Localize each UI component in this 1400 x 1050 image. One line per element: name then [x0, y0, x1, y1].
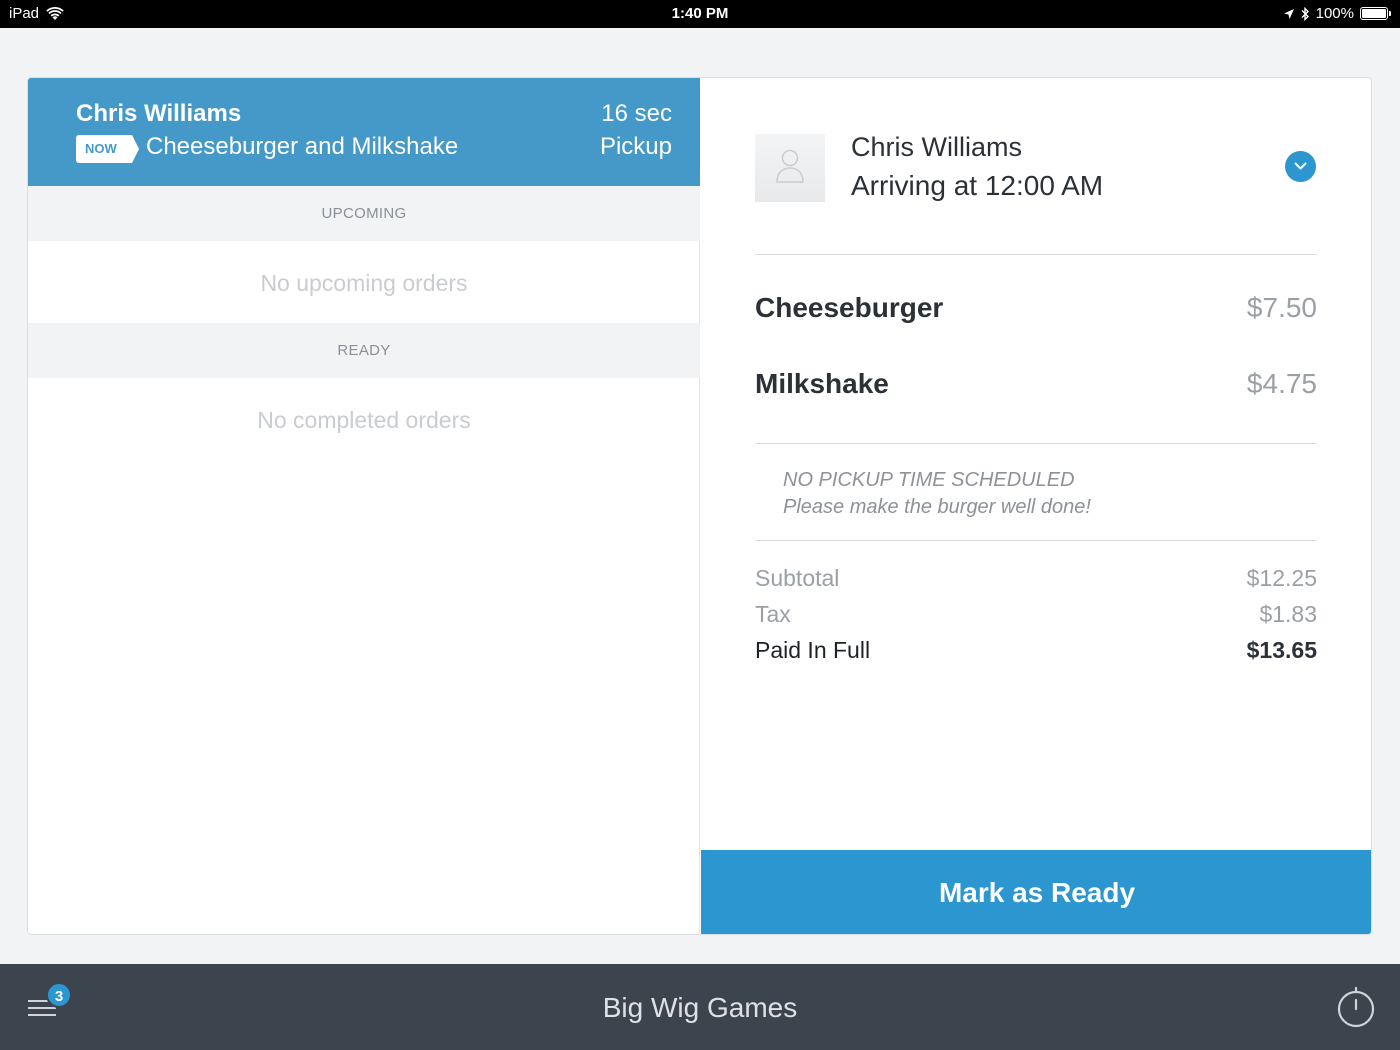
line-item-price: $7.50	[1246, 292, 1317, 323]
divider	[755, 443, 1317, 444]
upcoming-empty-text: No upcoming orders	[260, 270, 468, 296]
divider	[755, 540, 1317, 541]
location-icon	[1283, 8, 1294, 19]
timer-icon[interactable]	[1336, 986, 1376, 1028]
line-item-name: Milkshake	[755, 368, 889, 399]
order-list: Chris Williams NOW Cheeseburger and Milk…	[28, 78, 700, 934]
divider	[755, 254, 1317, 255]
line-item-name: Cheeseburger	[755, 292, 944, 323]
tax-row: Tax $1.83	[755, 601, 1317, 631]
order-note: Please make the burger well done!	[783, 496, 1091, 518]
venue-name: Big Wig Games	[602, 992, 798, 1023]
now-badge: NOW	[76, 135, 139, 163]
mark-as-ready-button[interactable]: Mark as Ready	[701, 850, 1371, 934]
expand-details-button[interactable]	[1285, 151, 1316, 182]
tax-label: Tax	[755, 601, 791, 627]
bluetooth-icon	[1301, 6, 1309, 21]
order-row-active[interactable]: Chris Williams NOW Cheeseburger and Milk…	[28, 78, 700, 186]
avatar-placeholder-icon	[776, 149, 804, 183]
detail-arrival-time: Arriving at 12:00 AM	[851, 170, 1104, 201]
order-elapsed-time: 16 sec	[601, 100, 672, 127]
line-item: Milkshake $4.75	[755, 368, 1317, 404]
subtotal-row: Subtotal $12.25	[755, 565, 1317, 595]
status-bar: iPad 1:40 PM 100%	[0, 0, 1400, 28]
upcoming-section-header: UPCOMING	[28, 186, 700, 241]
order-detail: Chris Williams Arriving at 12:00 AM Chee…	[701, 78, 1371, 934]
ready-empty-text: No completed orders	[257, 407, 471, 433]
subtotal-label: Subtotal	[755, 565, 840, 591]
battery-icon	[1360, 7, 1391, 20]
chevron-down-icon	[1294, 162, 1307, 170]
detail-customer-name: Chris Williams	[851, 132, 1022, 162]
line-item: Cheeseburger $7.50	[755, 292, 1317, 328]
order-items-summary: Cheeseburger and Milkshake	[146, 133, 459, 160]
status-time: 1:40 PM	[671, 5, 729, 22]
paid-label: Paid In Full	[755, 637, 871, 663]
line-item-price: $4.75	[1246, 368, 1317, 399]
customer-avatar	[755, 134, 825, 202]
order-customer-name: Chris Williams	[76, 100, 242, 127]
subtotal-value: $12.25	[1246, 565, 1317, 591]
orders-card: Chris Williams NOW Cheeseburger and Milk…	[27, 77, 1372, 935]
battery-percent: 100%	[1315, 5, 1354, 22]
paid-value: $13.65	[1246, 637, 1317, 663]
order-fulfillment-type: Pickup	[599, 133, 672, 160]
paid-row: Paid In Full $13.65	[755, 637, 1317, 667]
pickup-note-title: NO PICKUP TIME SCHEDULED	[783, 469, 1075, 491]
tax-value: $1.83	[1259, 601, 1317, 627]
ready-section-header: READY	[28, 323, 700, 378]
